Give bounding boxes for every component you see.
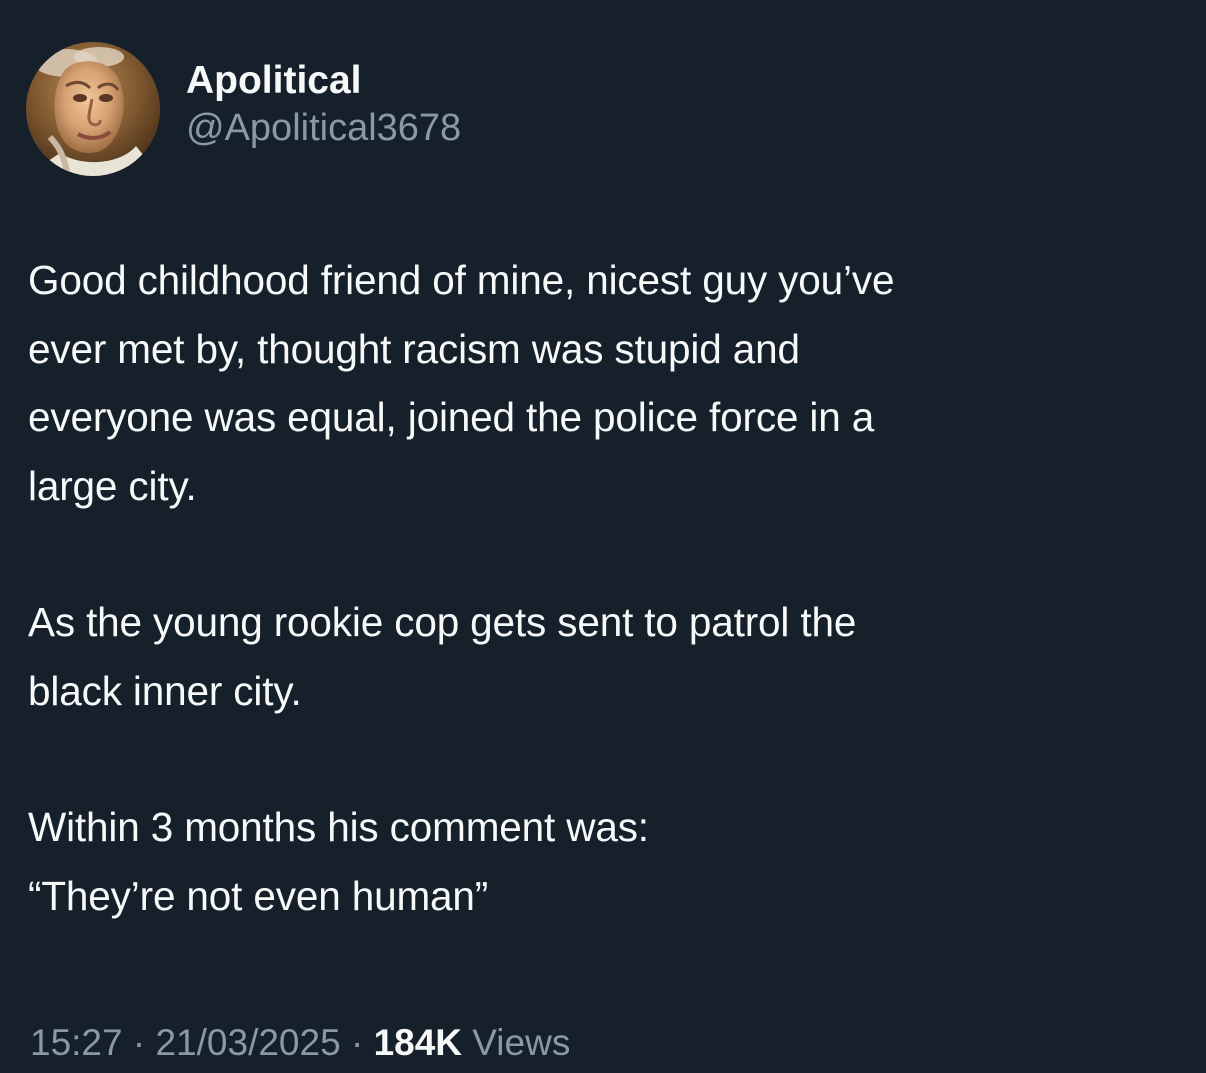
- portrait-avatar-icon: [26, 42, 160, 176]
- display-name[interactable]: Apolitical: [186, 57, 461, 105]
- avatar[interactable]: [26, 42, 160, 176]
- views-count[interactable]: 184K: [374, 1022, 462, 1063]
- author-names: Apolitical @Apolitical3678: [186, 57, 461, 151]
- user-handle[interactable]: @Apolitical3678: [186, 105, 461, 151]
- tweet-header: Apolitical @Apolitical3678: [26, 42, 461, 176]
- tweet-text: Good childhood friend of mine, nicest gu…: [28, 246, 1168, 930]
- views-label[interactable]: Views: [472, 1022, 570, 1063]
- meta-separator-1: ·: [132, 1022, 146, 1063]
- tweet-card: Apolitical @Apolitical3678 Good childhoo…: [0, 0, 1206, 1073]
- tweet-paragraph-1: Good childhood friend of mine, nicest gu…: [28, 257, 895, 509]
- tweet-paragraph-3: Within 3 months his comment was: “They’r…: [28, 804, 649, 919]
- tweet-date[interactable]: 21/03/2025: [155, 1022, 340, 1063]
- tweet-metadata: 15:27 · 21/03/2025 · 184K Views: [30, 1017, 570, 1069]
- tweet-paragraph-2: As the young rookie cop gets sent to pat…: [28, 599, 857, 714]
- tweet-time[interactable]: 15:27: [30, 1022, 123, 1063]
- meta-separator-2: ·: [350, 1022, 364, 1063]
